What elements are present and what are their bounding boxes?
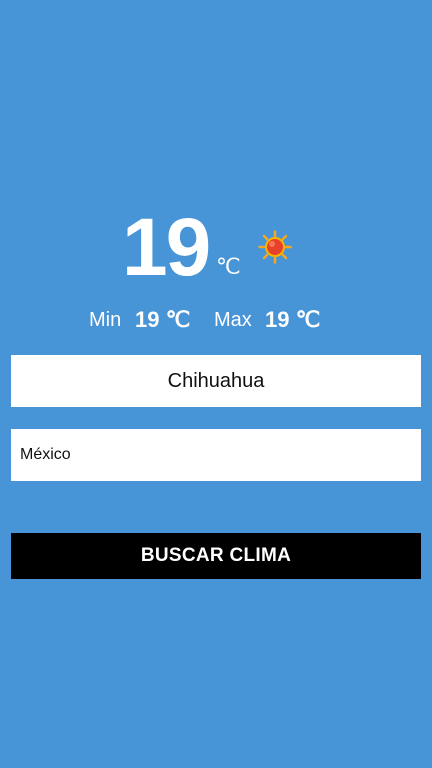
min-max-temperature: Min 19 ℃ Max 19 ℃	[0, 304, 432, 336]
min-value: 19 ℃	[135, 307, 191, 332]
temperature-unit: ℃	[216, 254, 241, 279]
sun-icon	[258, 230, 292, 264]
max-label: Max	[214, 309, 252, 331]
min-label: Min	[89, 309, 122, 331]
country-input[interactable]	[11, 429, 421, 481]
temperature-value: 19	[122, 202, 211, 293]
max-value: 19 ℃	[265, 307, 321, 332]
search-weather-button[interactable]: BUSCAR CLIMA	[11, 533, 421, 579]
city-input[interactable]	[11, 355, 421, 407]
current-temperature: 19 ℃	[0, 200, 432, 295]
